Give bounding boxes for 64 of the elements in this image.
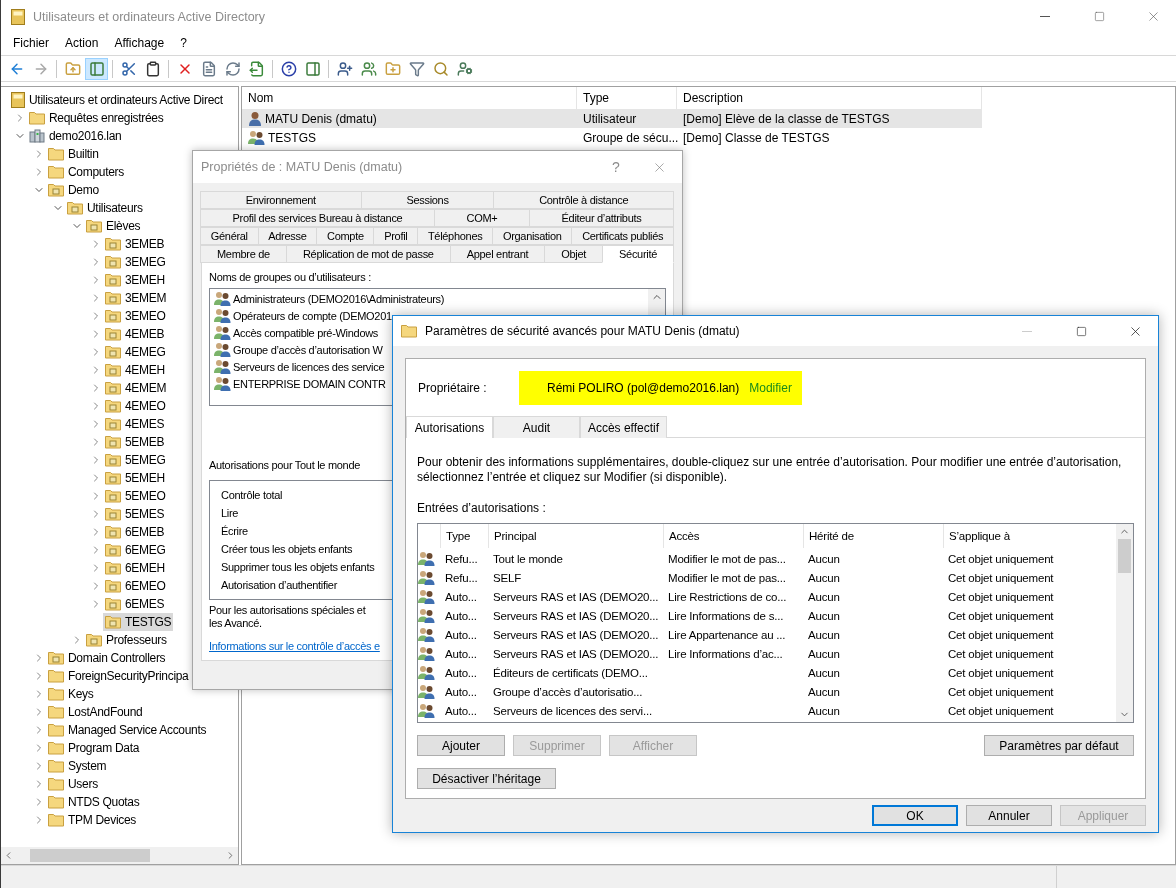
description-text: Pour obtenir des informations supplémentaires, double-cliquez sur une entrée d’autorisation. Pour modifier une entrée d’autorisation, sélectionnez l’entrée et cliquez sur Modifier (si disponible). — [417, 455, 1123, 485]
field-label: Autorisations pour Tout le monde — [209, 458, 361, 471]
list-item: Contrôle total — [221, 487, 283, 503]
table-cell: MATU Denis (dmatu) — [265, 111, 377, 126]
table-cell-text: Lire Restrictions de co... — [667, 590, 788, 603]
table-cell-text: Modifier le mot de pas... — [667, 552, 787, 565]
table-cell: TESTGS — [268, 130, 316, 145]
table-cell-text: Aucun — [807, 552, 841, 565]
table-cell-text: Aucun — [807, 704, 841, 717]
table-cell: Utilisateur — [583, 111, 637, 126]
field-label: Propriétaire : — [418, 380, 488, 395]
table-cell-text: Aucun — [807, 590, 841, 603]
owner-name: Rémi POLIRO (pol@demo2016.lan) — [547, 380, 740, 395]
table-cell-text: Auto... — [444, 609, 478, 622]
dialog-title: Paramètres de sécurité avancés pour MATU Denis (dmatu) — [425, 324, 741, 338]
table-cell-text: Lire Informations d’ac... — [667, 647, 784, 660]
table-cell-text: Auto... — [444, 628, 478, 641]
table-cell-text: SELF — [492, 571, 522, 584]
table-cell-text: Cet objet uniquement — [947, 552, 1055, 565]
dialog-title: Propriétés de : MATU Denis (dmatu) — [201, 160, 404, 174]
field-label: Noms de groupes ou d’utilisateurs : — [209, 271, 371, 283]
table-cell: [Demo] Elève de la classe de TESTGS — [683, 111, 890, 126]
table-cell-text: Auto... — [444, 590, 478, 603]
table-cell-text: Auto... — [444, 647, 478, 660]
table-cell-text: Aucun — [807, 609, 841, 622]
table-cell-text: Aucun — [807, 685, 841, 698]
table-cell-text: Cet objet uniquement — [947, 571, 1055, 584]
table-cell-text: Serveurs RAS et IAS (DEMO20... — [492, 609, 660, 622]
table-cell-text: Serveurs RAS et IAS (DEMO20... — [492, 647, 660, 660]
field-label: Entrées d’autorisations : — [417, 501, 547, 515]
table-cell-text: Tout le monde — [492, 552, 564, 565]
table-cell-text: Serveurs RAS et IAS (DEMO20... — [492, 628, 660, 641]
list-item: Écrire — [221, 523, 248, 539]
table-cell-text: Lire Appartenance au ... — [667, 628, 787, 641]
table-cell-text: Cet objet uniquement — [947, 590, 1055, 603]
list-item: Supprimer tous les objets enfants — [221, 559, 375, 575]
table-cell-text: Refu... — [444, 552, 479, 565]
table-cell-text: Serveurs RAS et IAS (DEMO20... — [492, 590, 660, 603]
table-cell-text: Lire Informations de s... — [667, 609, 785, 622]
table-cell-text: Cet objet uniquement — [947, 685, 1055, 698]
table-cell-text: Cet objet uniquement — [947, 609, 1055, 622]
list-item: Autorisation d’authentifier — [221, 577, 338, 593]
table-cell-text: Cet objet uniquement — [947, 704, 1055, 717]
table-cell-text: Serveurs de licences des servi... — [492, 704, 653, 717]
table-cell-text: Aucun — [807, 666, 841, 679]
table-cell-text: Éditeurs de certificats (DEMO... — [492, 666, 649, 679]
table-cell-text: Refu... — [444, 571, 479, 584]
table-cell-text: Auto... — [444, 704, 478, 717]
table-cell-text: Cet objet uniquement — [947, 647, 1055, 660]
note-text: Pour les autorisations spéciales et les Avancé. — [209, 604, 367, 630]
table-cell-text: Modifier le mot de pas... — [667, 571, 787, 584]
table-cell-text: Aucun — [807, 571, 841, 584]
table-cell-text: Groupe d’accès d’autorisatio... — [492, 685, 644, 698]
table-cell-text: Auto... — [444, 685, 478, 698]
table-cell: Groupe de sécu... — [583, 130, 679, 145]
table-cell-text: Aucun — [807, 647, 841, 660]
table-cell-text: Aucun — [807, 628, 841, 641]
table-cell: [Demo] Classe de TESTGS — [683, 130, 830, 145]
table-cell-text: Cet objet uniquement — [947, 628, 1055, 641]
table-cell-text: Auto... — [444, 666, 478, 679]
list-item: Créer tous les objets enfants — [221, 541, 353, 557]
window-title: Utilisateurs et ordinateurs Active Directory — [33, 9, 267, 24]
list-item: Lire — [221, 505, 239, 521]
table-cell-text: Cet objet uniquement — [947, 666, 1055, 679]
